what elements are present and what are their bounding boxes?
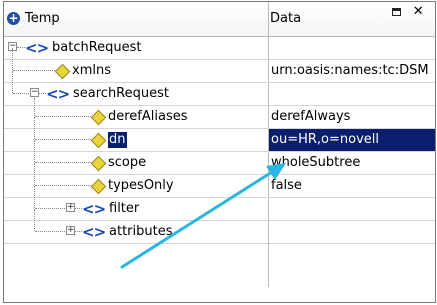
xml-tree-table: + Temp Data ✕ − <> batchRequest xmlns ur…	[3, 1, 436, 303]
restore-icon[interactable]	[389, 4, 403, 18]
attribute-icon	[90, 155, 107, 172]
node-label: filter	[109, 201, 140, 216]
close-icon[interactable]: ✕	[411, 5, 425, 19]
table-row[interactable]: derefAliases derefAlways	[4, 98, 435, 129]
table-header: + Temp Data ✕	[4, 2, 435, 37]
node-label: dn	[108, 132, 127, 148]
table-row[interactable]: − <> batchRequest	[4, 37, 435, 60]
node-label: scope	[108, 155, 147, 170]
collapse-icon[interactable]: −	[30, 88, 39, 97]
empty-table-area	[4, 227, 435, 302]
attribute-icon	[90, 132, 107, 149]
table-row[interactable]: + <> filter	[4, 186, 435, 221]
node-value[interactable]: false	[269, 175, 435, 197]
element-tag-icon: <>	[25, 39, 49, 57]
node-label: typesOnly	[108, 178, 174, 193]
node-label: batchRequest	[52, 40, 142, 55]
table-row[interactable]: dn ou=HR,o=novell	[4, 117, 435, 152]
node-value[interactable]: derefAlways	[269, 106, 435, 128]
expand-icon[interactable]: +	[66, 203, 75, 212]
window-buttons: ✕	[389, 4, 429, 19]
element-tag-icon: <>	[82, 200, 106, 218]
node-label: derefAliases	[108, 109, 188, 124]
attribute-icon	[54, 63, 71, 80]
tree-rows: − <> batchRequest xmlns urn:oasis:names:…	[4, 37, 435, 244]
add-icon[interactable]: +	[7, 12, 20, 25]
table-row[interactable]: − <> searchRequest	[4, 71, 435, 106]
attribute-icon	[90, 178, 107, 195]
column-header-data[interactable]: Data	[270, 11, 301, 26]
node-value[interactable]: wholeSubtree	[269, 152, 435, 174]
attribute-icon	[90, 109, 107, 126]
node-label: searchRequest	[73, 86, 169, 101]
node-value[interactable]: urn:oasis:names:tc:DSM	[269, 60, 435, 82]
column-header-temp[interactable]: + Temp	[4, 2, 269, 36]
table-row[interactable]: typesOnly false	[4, 163, 435, 198]
column-header-temp-label: Temp	[25, 11, 60, 26]
node-value[interactable]	[269, 83, 435, 105]
node-value[interactable]	[269, 198, 435, 220]
node-value[interactable]	[269, 37, 435, 59]
table-row[interactable]: scope wholeSubtree	[4, 140, 435, 175]
node-label: xmlns	[72, 63, 111, 78]
node-value[interactable]: ou=HR,o=novell	[269, 129, 435, 151]
table-row[interactable]: xmlns urn:oasis:names:tc:DSM	[4, 48, 435, 83]
element-tag-icon: <>	[46, 85, 70, 103]
